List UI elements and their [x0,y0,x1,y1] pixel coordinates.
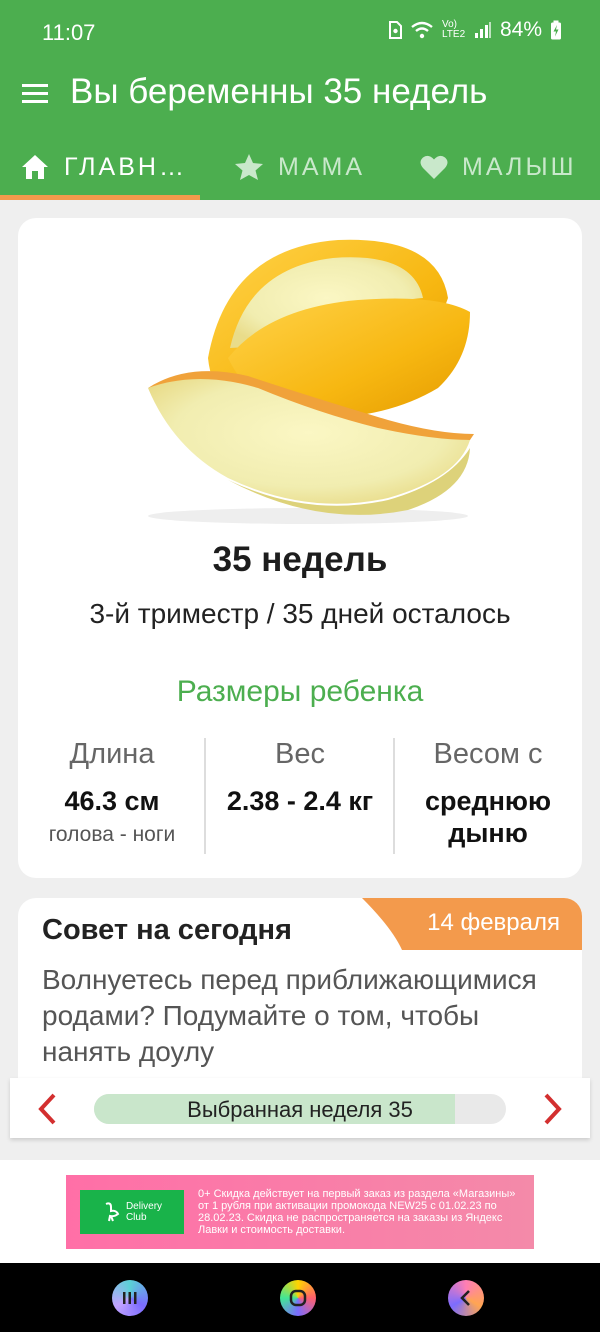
length-stat: Длина 46.3 см голова - ноги [18,738,206,847]
tip-date: 14 февраля [427,909,560,936]
back-icon [460,1290,470,1306]
tab-baby-label: МАЛЫШ [462,152,577,181]
melon-image [118,228,488,528]
logo-line-1: Delivery [125,1201,163,1212]
logo-line-2: Club [125,1212,147,1223]
network-label: Vo) LTE2 [441,19,466,40]
system-nav-bar [0,1263,600,1332]
week-navigator: Выбранная неделя 35 [10,1078,590,1138]
battery-percent: 84% [499,18,542,41]
tip-card[interactable]: 14 февраля Совет на сегодня Волнуетесь п… [18,898,582,1078]
recent-apps-button[interactable] [112,1280,148,1316]
ad-banner[interactable]: Delivery Club 0+ Скидка действует на пер… [66,1175,534,1249]
date-badge: 14 февраля [362,898,582,950]
comparison-value: среднюю дыню [424,786,552,848]
back-button[interactable] [448,1280,484,1316]
comparison-stat: Весом с среднюю дыню [394,738,582,849]
week-progress-bar[interactable]: Выбранная неделя 35 [94,1094,506,1124]
chevron-right-icon[interactable] [540,1092,566,1126]
signal-icon [474,22,491,38]
baby-sizes-title: Размеры ребенка [176,675,424,708]
status-icons: Vo) LTE2 84% [388,18,562,42]
tab-baby[interactable]: МАЛЫШ [420,134,577,200]
tab-home-label: ГЛАВН… [64,152,187,181]
weight-label: Вес [275,738,325,770]
comparison-label: Весом с [433,738,543,770]
recents-icon [123,1292,137,1304]
home-icon [22,155,48,179]
ad-area: Delivery Club 0+ Скидка действует на пер… [0,1160,600,1263]
sim-icon [388,21,402,39]
week-card: 35 недель 3-й триместр / 35 дней осталос… [18,218,582,878]
tip-text: Волнуетесь перед приближающимися родами?… [42,964,537,1067]
week-title: 35 недель [212,540,388,579]
status-bar: 11:07 Vo) LTE2 84% [0,0,600,64]
tab-mom-label: МАМА [278,152,365,181]
length-sub: голова - ноги [48,823,176,846]
home-button[interactable] [280,1280,316,1316]
home-circle-icon [289,1289,307,1307]
weight-value: 2.38 - 2.4 кг [226,786,374,816]
tab-indicator [0,195,200,200]
app-bar: Вы беременны 35 недель [0,64,600,134]
length-label: Длина [69,738,155,770]
tab-bar: ГЛАВН… МАМА МАЛЫШ [0,134,600,200]
tab-home[interactable]: ГЛАВН… [20,134,187,200]
tab-mom[interactable]: МАМА [234,134,365,200]
weight-stat: Вес 2.38 - 2.4 кг [206,738,394,817]
battery-icon [551,20,561,40]
wifi-icon [411,21,433,39]
status-time: 11:07 [42,20,96,45]
star-icon [235,154,263,180]
ostrich-icon [105,1202,120,1222]
tip-title: Совет на сегодня [42,914,292,946]
ad-text: 0+ Скидка действует на первый заказ из р… [198,1188,516,1236]
chevron-left-icon[interactable] [34,1092,60,1126]
delivery-club-logo: Delivery Club [80,1190,184,1234]
menu-icon[interactable] [20,78,52,110]
trimester-info: 3-й триместр / 35 дней осталось [89,598,511,629]
selected-week-label: Выбранная неделя 35 [187,1097,413,1122]
length-value: 46.3 см [64,786,160,816]
page-title: Вы беременны 35 недель [70,72,488,111]
heart-icon [420,155,448,179]
